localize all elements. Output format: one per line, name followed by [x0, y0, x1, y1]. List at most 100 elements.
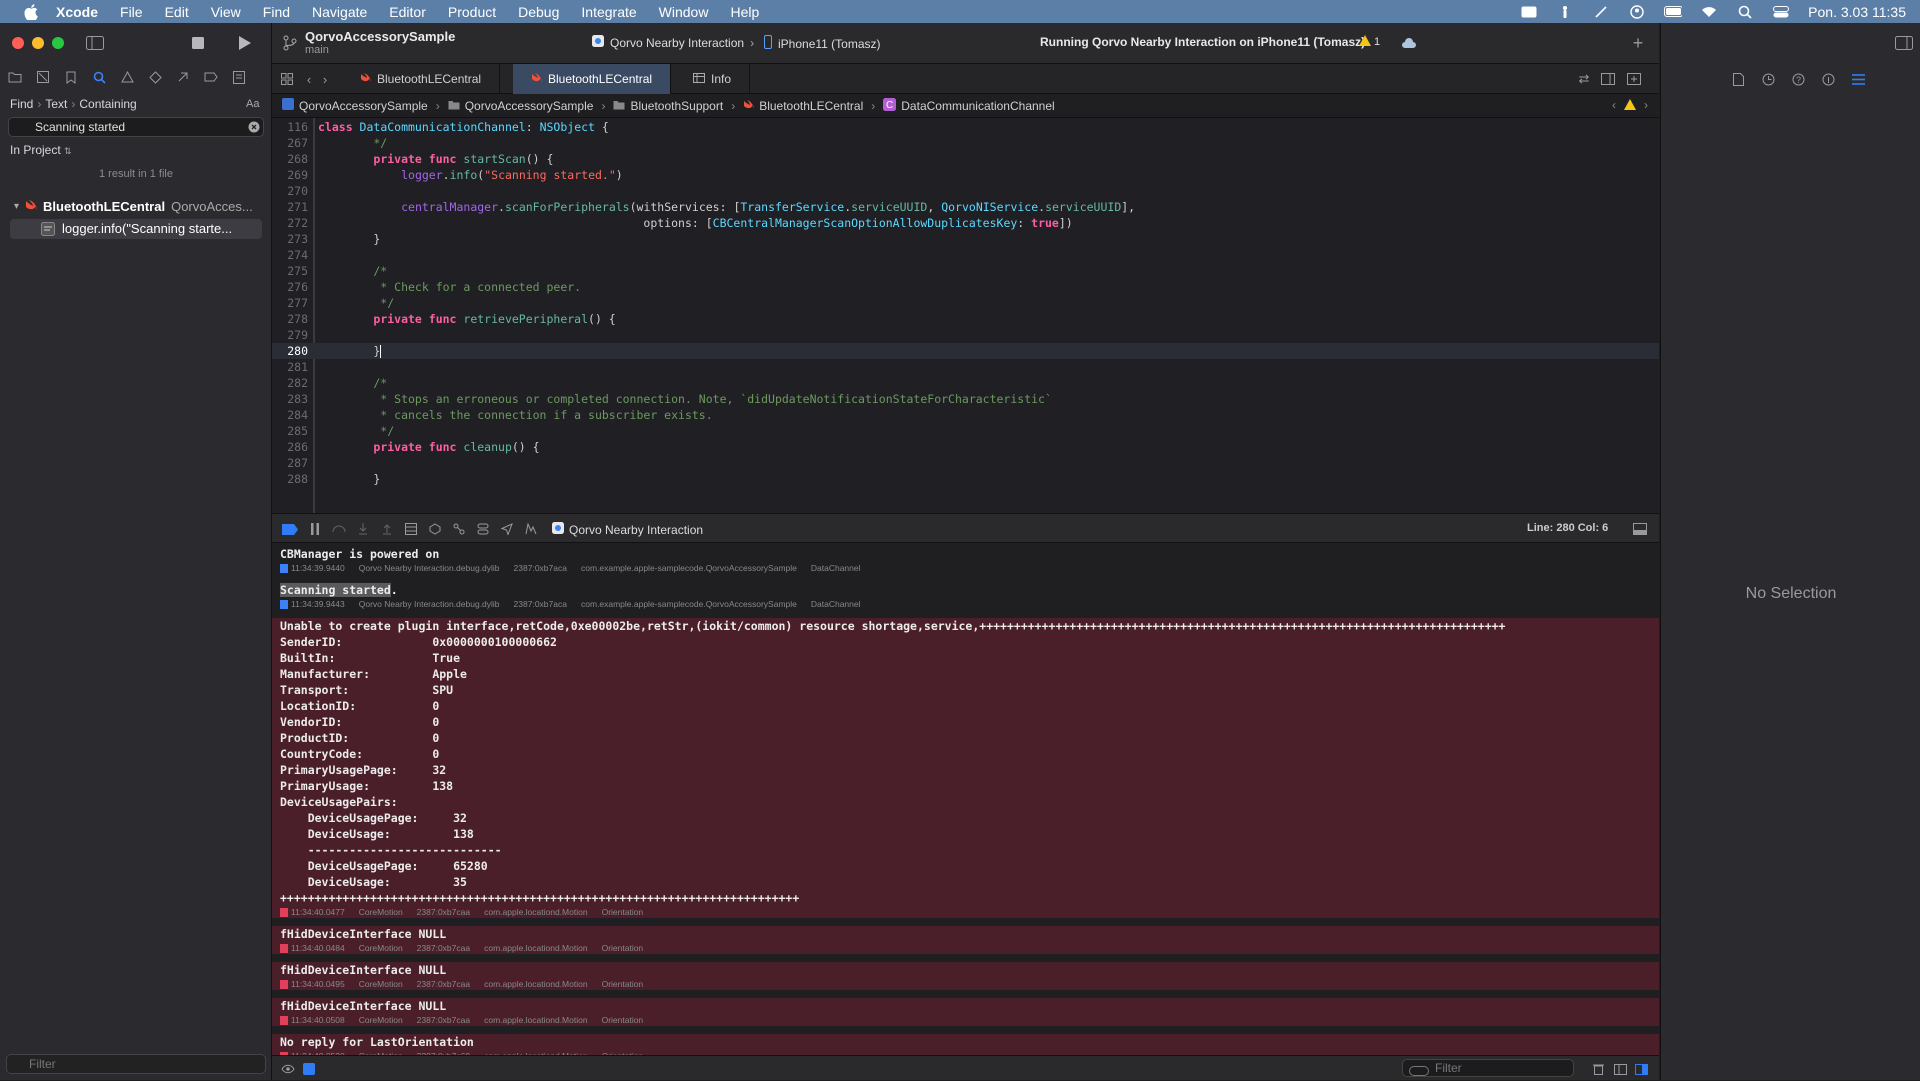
- step-into-icon[interactable]: [354, 520, 372, 538]
- log-options-icon[interactable]: [300, 1060, 318, 1078]
- issue-icon[interactable]: [118, 68, 136, 86]
- line-number[interactable]: 267: [272, 135, 308, 151]
- find-navigator-icon[interactable]: [90, 68, 108, 86]
- device-selector[interactable]: iPhone11 (Tomasz): [764, 35, 881, 52]
- swap-icon[interactable]: ⇄: [1575, 70, 1593, 88]
- line-number[interactable]: 270: [272, 183, 308, 199]
- navigator-filter-input[interactable]: Filter: [6, 1054, 266, 1074]
- apple-logo-icon[interactable]: [22, 3, 40, 21]
- log-entry[interactable]: Scanning started. 11:34:39.9443 Qorvo Near…: [272, 582, 1659, 610]
- line-number[interactable]: 278: [272, 311, 308, 327]
- spotlight-icon[interactable]: [1736, 5, 1754, 19]
- line-number[interactable]: 274: [272, 247, 308, 263]
- file-inspector-icon[interactable]: [1729, 70, 1747, 88]
- clear-search-icon[interactable]: [245, 118, 263, 136]
- line-number[interactable]: 283: [272, 391, 308, 407]
- code-line[interactable]: 283 * Stops an erroneous or completed co…: [272, 391, 1659, 407]
- find-scope-selector[interactable]: In Project ⇅: [10, 143, 72, 157]
- menu-editor[interactable]: Editor: [389, 4, 426, 20]
- warning-indicator[interactable]: 1: [1359, 35, 1380, 49]
- debug-process-selector[interactable]: Qorvo Nearby Interaction: [552, 522, 703, 537]
- location-icon[interactable]: [498, 520, 516, 538]
- menu-help[interactable]: Help: [730, 4, 759, 20]
- menu-integrate[interactable]: Integrate: [581, 4, 636, 20]
- breadcrumb-item-file[interactable]: BluetoothLECentral: [759, 99, 863, 113]
- breadcrumb-item-project[interactable]: QorvoAccessorySample: [299, 99, 428, 113]
- menubar-clock[interactable]: Pon. 3.03 11:35: [1808, 4, 1906, 20]
- line-number[interactable]: 271: [272, 199, 308, 215]
- code-line[interactable]: 273 }: [272, 231, 1659, 247]
- trash-icon[interactable]: [1589, 1060, 1607, 1078]
- menu-view[interactable]: View: [211, 4, 241, 20]
- control-center-icon[interactable]: [1772, 5, 1790, 19]
- menu-product[interactable]: Product: [448, 4, 496, 20]
- eye-icon[interactable]: [279, 1060, 297, 1078]
- code-line[interactable]: 285 */: [272, 423, 1659, 439]
- forward-icon[interactable]: ›: [316, 70, 334, 88]
- code-line[interactable]: 274: [272, 247, 1659, 263]
- menu-app-name[interactable]: Xcode: [56, 4, 98, 20]
- debug-navigator-icon[interactable]: [174, 68, 192, 86]
- disclosure-triangle-icon[interactable]: ▾: [14, 201, 19, 212]
- breakpoints-toggle-icon[interactable]: [282, 522, 298, 540]
- minimize-window-button[interactable]: [32, 37, 44, 49]
- step-out-icon[interactable]: [378, 520, 396, 538]
- folder-icon[interactable]: [6, 68, 24, 86]
- menu-debug[interactable]: Debug: [518, 4, 559, 20]
- hide-debug-area-icon[interactable]: [1631, 520, 1649, 538]
- warning-icon[interactable]: [1624, 99, 1636, 113]
- code-line[interactable]: 267 */: [272, 135, 1659, 151]
- report-icon[interactable]: [230, 68, 248, 86]
- breadcrumb-item-folder[interactable]: BluetoothSupport: [630, 99, 723, 113]
- line-number[interactable]: 288: [272, 471, 308, 487]
- editor-options-icon[interactable]: [1599, 70, 1617, 88]
- view-hierarchy-icon[interactable]: [402, 520, 420, 538]
- log-entry[interactable]: Unable to create plugin interface,retCod…: [272, 618, 1659, 918]
- result-file-row[interactable]: ▾ BluetoothLECentral QorvoAcces...: [14, 199, 253, 214]
- line-number[interactable]: 279: [272, 327, 308, 343]
- tab-bluetooth-le-central-1[interactable]: BluetoothLECentral: [342, 64, 501, 94]
- code-line[interactable]: 286 private func cleanup() {: [272, 439, 1659, 455]
- keyboard-icon[interactable]: [1520, 5, 1538, 19]
- line-number[interactable]: 273: [272, 231, 308, 247]
- line-number[interactable]: 286: [272, 439, 308, 455]
- toggle-inspector-icon[interactable]: [1895, 34, 1913, 52]
- add-icon[interactable]: +: [1629, 33, 1647, 53]
- previous-issue-icon[interactable]: ‹: [1612, 98, 1616, 112]
- identity-icon[interactable]: [1819, 70, 1837, 88]
- tab-bluetooth-le-central-2[interactable]: BluetoothLECentral: [513, 64, 672, 94]
- line-number[interactable]: 269: [272, 167, 308, 183]
- code-line[interactable]: 276 * Check for a connected peer.: [272, 279, 1659, 295]
- code-line[interactable]: 284 * cancels the connection if a subscr…: [272, 407, 1659, 423]
- show-variables-icon[interactable]: [1611, 1060, 1629, 1078]
- code-line[interactable]: 269 logger.info("Scanning started."): [272, 167, 1659, 183]
- code-line[interactable]: 271 centralManager.scanForPeripherals(wi…: [272, 199, 1659, 215]
- line-number[interactable]: 282: [272, 375, 308, 391]
- user-icon[interactable]: [1628, 4, 1646, 19]
- code-line[interactable]: 288 }: [272, 471, 1659, 487]
- show-console-icon[interactable]: [1632, 1060, 1650, 1078]
- log-entry[interactable]: fHidDeviceInterface NULL 11:34:40.0495 Cor…: [272, 962, 1659, 990]
- code-line[interactable]: 279: [272, 327, 1659, 343]
- code-line[interactable]: 275 /*: [272, 263, 1659, 279]
- menu-file[interactable]: File: [120, 4, 143, 20]
- menu-edit[interactable]: Edit: [165, 4, 189, 20]
- scheme-selector[interactable]: Qorvo Nearby Interaction ›: [592, 35, 754, 50]
- pause-icon[interactable]: [306, 520, 324, 538]
- grid-icon[interactable]: [278, 70, 296, 88]
- battery-icon[interactable]: [1664, 5, 1683, 19]
- line-number[interactable]: 268: [272, 151, 308, 167]
- wifi-icon[interactable]: [1700, 5, 1718, 19]
- source-editor[interactable]: 116 class DataCommunicationChannel: NSObj…: [272, 118, 1659, 513]
- line-number[interactable]: 275: [272, 263, 308, 279]
- test-icon[interactable]: [146, 68, 164, 86]
- line-number[interactable]: 277: [272, 295, 308, 311]
- code-line[interactable]: 268 private func startScan() {: [272, 151, 1659, 167]
- line-number[interactable]: 281: [272, 359, 308, 375]
- find-mode-containing[interactable]: Containing: [79, 97, 136, 111]
- log-entry[interactable]: fHidDeviceInterface NULL 11:34:40.0484 Cor…: [272, 926, 1659, 954]
- line-number[interactable]: 272: [272, 215, 308, 231]
- breadcrumb-item-class[interactable]: DataCommunicationChannel: [901, 99, 1054, 113]
- project-title-block[interactable]: QorvoAccessorySample main: [305, 29, 455, 56]
- line-number[interactable]: 276: [272, 279, 308, 295]
